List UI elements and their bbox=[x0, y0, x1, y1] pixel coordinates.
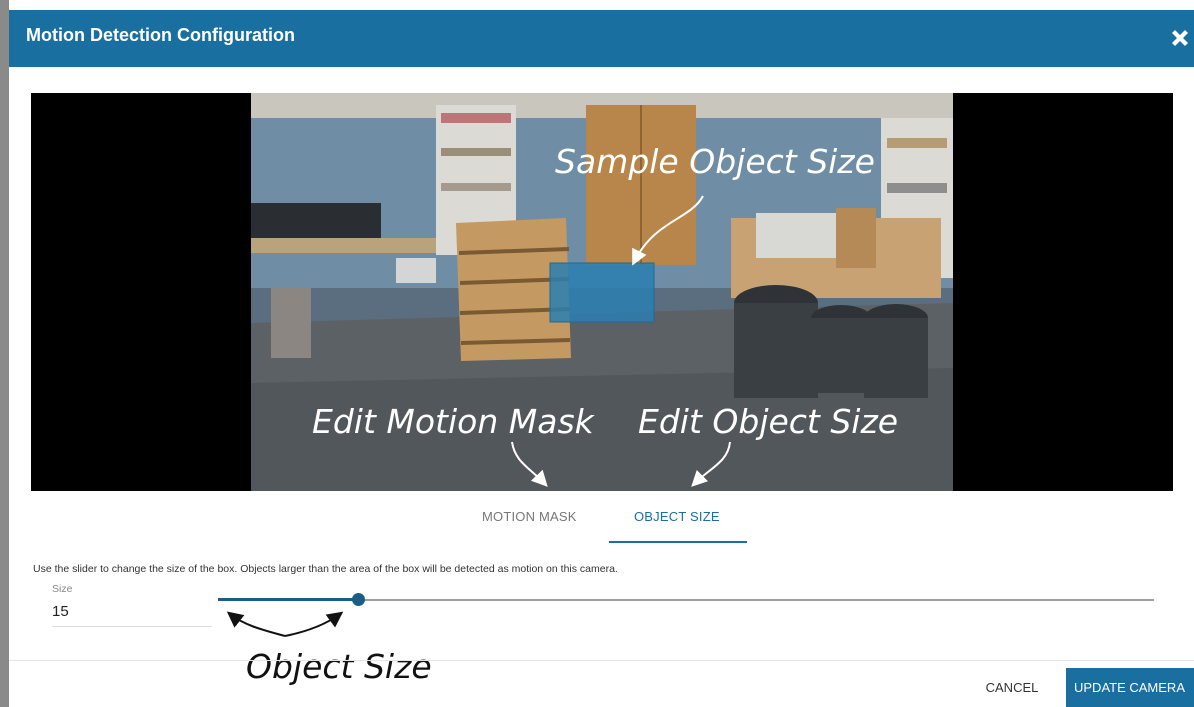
size-field-label: Size bbox=[52, 583, 73, 595]
object-size-help-text: Use the slider to change the size of the… bbox=[33, 563, 618, 575]
dialog-title: Motion Detection Configuration bbox=[26, 25, 295, 45]
active-tab-indicator bbox=[609, 541, 747, 543]
slider-fill bbox=[218, 598, 358, 601]
update-camera-button[interactable]: UPDATE CAMERA bbox=[1066, 668, 1194, 707]
annotation-sample-object-size: Sample Object Size bbox=[555, 142, 875, 181]
object-size-box bbox=[549, 262, 655, 323]
close-icon[interactable] bbox=[1168, 26, 1192, 50]
arrow-object-size-left bbox=[226, 611, 286, 637]
object-size-slider[interactable] bbox=[218, 590, 1154, 610]
annotation-object-size: Object Size bbox=[246, 647, 432, 686]
footer-divider bbox=[9, 660, 1194, 661]
arrow-object-size-right bbox=[284, 611, 344, 637]
tab-motion-mask[interactable]: MOTION MASK bbox=[482, 509, 577, 524]
tab-object-size[interactable]: OBJECT SIZE bbox=[634, 509, 720, 524]
annotation-edit-motion-mask: Edit Motion Mask bbox=[312, 402, 594, 441]
motion-detection-dialog: Motion Detection Configuration Sample Ob… bbox=[0, 0, 1194, 707]
cancel-button[interactable]: CANCEL bbox=[970, 668, 1054, 704]
slider-thumb[interactable] bbox=[352, 593, 365, 606]
dialog-shadow-edge bbox=[0, 0, 9, 707]
size-input[interactable]: 15 bbox=[52, 601, 212, 627]
annotation-edit-object-size: Edit Object Size bbox=[638, 402, 899, 441]
dialog-header: Motion Detection Configuration bbox=[9, 10, 1194, 67]
config-tabs: MOTION MASK OBJECT SIZE bbox=[0, 497, 1194, 543]
